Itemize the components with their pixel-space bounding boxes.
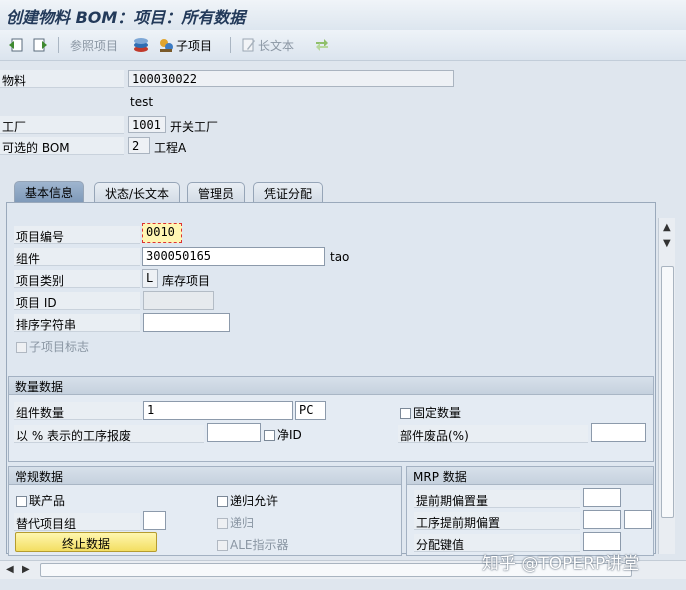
alt-item-group-label: 替代项目组 — [14, 513, 140, 531]
component-label: 组件 — [14, 248, 140, 266]
ale-indicator-checkbox[interactable]: ALE指示器 — [217, 536, 288, 553]
scroll-right-icon[interactable]: ▶ — [22, 564, 30, 575]
application-toolbar: 参照项目 子项目 长文本 — [0, 30, 686, 61]
long-text-label: 长文本 — [258, 38, 295, 53]
material-label: 物料 — [0, 70, 124, 88]
component-field[interactable]: 300050165 — [142, 247, 325, 266]
component-quantity-field[interactable]: 1 — [143, 401, 293, 420]
sub-item-label: 子项目 — [176, 38, 213, 53]
operation-scrap-label: 以 % 表示的工序报废 — [14, 425, 204, 443]
long-text-button[interactable]: 长文本 — [242, 36, 294, 54]
component-description: tao — [330, 250, 350, 264]
net-id-checkbox[interactable]: 净ID — [264, 426, 302, 443]
tab-document-assignment[interactable]: 凭证分配 — [253, 182, 324, 202]
previous-item-button[interactable] — [8, 36, 24, 54]
tab-basic-info[interactable]: 基本信息 — [14, 181, 85, 202]
checkbox-icon — [16, 342, 27, 353]
reference-item-button[interactable]: 参照项目 — [70, 36, 118, 54]
alt-bom-label: 可选的 BOM — [0, 137, 124, 155]
plant-label: 工厂 — [0, 116, 124, 134]
checkbox-icon — [217, 540, 228, 551]
swap-arrows-icon — [316, 39, 328, 51]
scroll-thumb[interactable] — [661, 266, 674, 518]
quantity-data-header: 数量数据 — [9, 377, 653, 395]
component-scrap-label: 部件废品(%) — [398, 425, 588, 443]
component-scrap-field[interactable] — [591, 423, 646, 442]
item-id-field[interactable] — [143, 291, 214, 310]
recursive-checkbox[interactable]: 递归 — [217, 514, 254, 531]
operation-lead-offset-field[interactable] — [583, 510, 621, 529]
tab-status-long-text[interactable]: 状态/长文本 — [94, 182, 181, 202]
lead-time-offset-field[interactable] — [583, 488, 621, 507]
plant-description: 开关工厂 — [170, 120, 219, 134]
operation-scrap-field[interactable] — [207, 423, 261, 442]
alt-item-group-field[interactable] — [143, 511, 166, 530]
checkbox-icon — [217, 518, 228, 529]
page-forward-icon — [33, 38, 47, 52]
reference-item-label: 参照项目 — [70, 38, 119, 53]
operation-lead-offset-unit-field[interactable] — [624, 510, 652, 529]
item-category-label: 项目类别 — [14, 270, 140, 288]
title-bar: 创建物料 BOM：项目：所有数据 — [0, 0, 686, 31]
sub-item-icon — [160, 39, 173, 52]
unit-field[interactable]: PC — [295, 401, 326, 420]
sort-string-field[interactable] — [143, 313, 230, 332]
scroll-up-icon[interactable]: ▲ — [663, 222, 671, 233]
item-number-label: 项目编号 — [14, 226, 140, 244]
alt-bom-field[interactable]: 2 — [128, 137, 150, 154]
edit-document-icon — [242, 38, 255, 52]
component-quantity-label: 组件数量 — [14, 402, 142, 420]
item-id-label: 项目 ID — [14, 292, 140, 310]
item-category-field[interactable]: L — [142, 269, 158, 288]
window-title: 创建物料 BOM：项目：所有数据 — [6, 8, 246, 27]
toolbar-separator — [230, 37, 231, 53]
page-back-icon — [9, 38, 23, 52]
general-data-header: 常规数据 — [9, 467, 401, 485]
material-description: test — [130, 95, 154, 109]
stack-icon — [134, 38, 148, 52]
sort-string-label: 排序字符串 — [14, 314, 140, 332]
transfer-button[interactable] — [314, 36, 330, 54]
lead-time-offset-label: 提前期偏置量 — [414, 490, 580, 508]
toolbar-separator — [58, 37, 59, 53]
scroll-down-icon[interactable]: ▼ — [663, 238, 671, 249]
checkbox-icon — [217, 496, 228, 507]
mrp-data-header: MRP 数据 — [407, 467, 653, 485]
fixed-quantity-checkbox[interactable]: 固定数量 — [400, 404, 461, 421]
tab-administrator[interactable]: 管理员 — [187, 182, 246, 202]
co-product-checkbox[interactable]: 联产品 — [16, 492, 65, 509]
next-item-button[interactable] — [32, 36, 48, 54]
end-data-button[interactable]: 终止数据 — [15, 532, 157, 552]
operation-lead-offset-label: 工序提前期偏置 — [414, 512, 580, 530]
sub-item-button[interactable]: 子项目 — [158, 36, 212, 54]
sub-item-flag-checkbox[interactable]: 子项目标志 — [16, 338, 89, 355]
checkbox-icon — [400, 408, 411, 419]
checkbox-icon — [16, 496, 27, 507]
item-category-description: 库存项目 — [162, 274, 211, 288]
recursive-allowed-checkbox[interactable]: 递归允许 — [217, 492, 278, 509]
item-number-field[interactable]: 0010 — [142, 223, 182, 243]
alt-bom-description: 工程A — [154, 141, 187, 155]
vertical-scrollbar[interactable]: ▲ ▼ — [658, 218, 675, 554]
scroll-left-icon[interactable]: ◀ — [6, 564, 14, 575]
watermark-text: 知乎 @TOPERP讲堂 — [482, 554, 640, 574]
stack-button[interactable] — [132, 36, 150, 54]
plant-field[interactable]: 1001 — [128, 116, 166, 133]
material-field[interactable]: 100030022 — [128, 70, 454, 87]
checkbox-icon — [264, 430, 275, 441]
